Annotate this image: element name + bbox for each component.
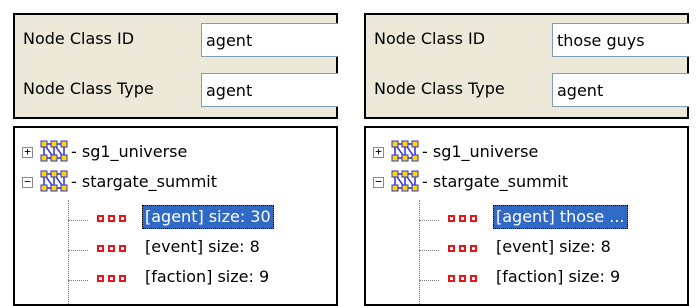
node-class-id-input[interactable] [201,23,338,57]
graph-network-icon [40,170,68,192]
tree-node-label: [faction] size: 9 [496,267,621,286]
tree-node-agent[interactable]: [agent] size: 30 [15,202,335,232]
right-node-class-form: Node Class ID Node Class Type [364,13,689,119]
tree-node-label: - sg1_universe [71,142,188,161]
tree-node-label: [event] size: 8 [145,237,260,256]
graph-network-icon [391,140,419,162]
graph-network-icon [40,140,68,162]
node-class-icon [448,275,484,285]
node-class-icon [97,245,133,255]
node-class-icon [448,245,484,255]
tree-node-label-selected: [agent] those ... [493,205,628,229]
tree-node-faction[interactable]: [faction] size: 9 [15,262,335,292]
tree-node-faction[interactable]: [faction] size: 9 [366,262,686,292]
node-class-type-input[interactable] [552,73,689,107]
right-graph-tree: + - sg1_universe − - stargate_summit [ag… [364,126,689,306]
node-class-id-label: Node Class ID [23,29,135,48]
tree-node-event[interactable]: [event] size: 8 [15,232,335,262]
tree-node-label-selected: [agent] size: 30 [142,205,274,229]
node-class-icon [97,275,133,285]
tree-node-label: - stargate_summit [71,172,218,191]
left-graph-tree: + - sg1_universe − - stargate_summit [ag… [13,126,338,306]
node-class-type-label: Node Class Type [374,79,505,98]
node-class-icon [448,215,484,225]
node-class-type-input[interactable] [201,73,338,107]
tree-node-sg1-universe[interactable]: + - sg1_universe [366,138,686,168]
left-node-class-form: Node Class ID Node Class Type [13,13,338,119]
node-class-type-label: Node Class Type [23,79,154,98]
tree-node-event[interactable]: [event] size: 8 [366,232,686,262]
tree-node-agent[interactable]: [agent] those ... [366,202,686,232]
tree-node-sg1-universe[interactable]: + - sg1_universe [15,138,335,168]
tree-node-label: - sg1_universe [422,142,539,161]
expand-icon[interactable]: + [22,146,33,158]
tree-node-stargate-summit[interactable]: − - stargate_summit [366,168,686,198]
tree-node-label: [event] size: 8 [496,237,611,256]
collapse-icon[interactable]: − [22,176,33,188]
node-class-id-input[interactable] [552,23,689,57]
node-class-icon [97,215,133,225]
tree-node-stargate-summit[interactable]: − - stargate_summit [15,168,335,198]
collapse-icon[interactable]: − [373,176,384,188]
tree-node-label: [faction] size: 9 [145,267,270,286]
expand-icon[interactable]: + [373,146,384,158]
tree-node-label: - stargate_summit [422,172,569,191]
graph-network-icon [391,170,419,192]
node-class-id-label: Node Class ID [374,29,486,48]
